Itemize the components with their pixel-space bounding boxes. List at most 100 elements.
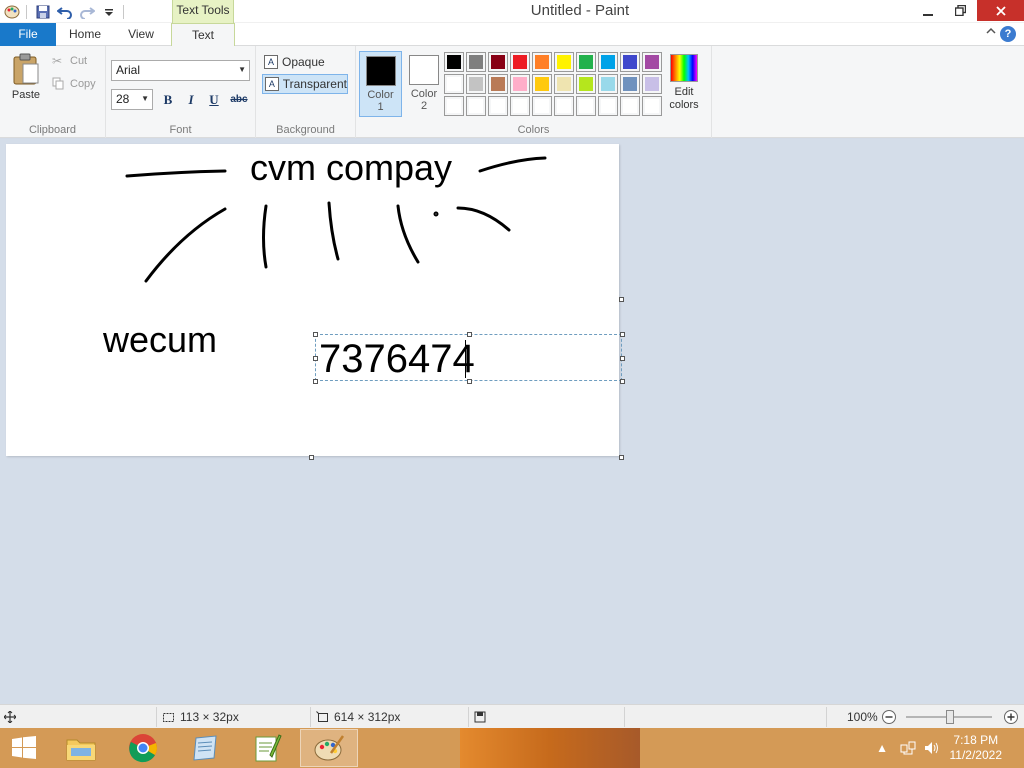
active-text-box[interactable]: 7376474 <box>313 332 625 384</box>
opaque-option[interactable]: A Opaque <box>262 52 348 72</box>
canvas-resize-handle-bottom[interactable] <box>309 455 314 460</box>
chrome-taskbar-button[interactable] <box>114 729 172 767</box>
tab-view[interactable]: View <box>118 23 164 46</box>
edit-colors-button[interactable]: Edit colors <box>666 54 702 112</box>
palette-swatch[interactable] <box>620 52 640 72</box>
freehand-strokes <box>125 156 547 283</box>
palette-swatch[interactable] <box>598 52 618 72</box>
palette-swatch[interactable] <box>620 96 640 116</box>
palette-swatch[interactable] <box>510 96 530 116</box>
resize-handle[interactable] <box>620 379 625 384</box>
collapse-ribbon-icon[interactable] <box>986 26 996 38</box>
transparent-icon: A <box>265 77 279 91</box>
font-size-dropdown[interactable]: 28 ▼ <box>111 89 153 110</box>
paint-app-icon[interactable] <box>2 2 22 22</box>
ribbon-tab-bar: File Home View Text ? <box>0 23 1024 47</box>
notepad-taskbar-button[interactable] <box>176 729 234 767</box>
palette-swatch[interactable] <box>444 96 464 116</box>
palette-swatch[interactable] <box>554 96 574 116</box>
drawing-canvas[interactable]: cvm compay wecum 7376474 <box>6 144 625 456</box>
palette-swatch[interactable] <box>598 96 618 116</box>
resize-handle[interactable] <box>313 356 318 361</box>
palette-swatch[interactable] <box>642 52 662 72</box>
palette-swatch-fill <box>535 55 549 69</box>
restore-button[interactable] <box>944 0 977 21</box>
resize-handle[interactable] <box>620 356 625 361</box>
color1-label: Color <box>367 89 394 101</box>
palette-swatch[interactable] <box>488 74 508 94</box>
underline-button[interactable]: U <box>204 90 224 110</box>
palette-swatch[interactable] <box>488 52 508 72</box>
italic-button[interactable]: I <box>181 90 201 110</box>
undo-icon[interactable] <box>55 2 75 22</box>
paste-button[interactable]: Paste <box>6 51 46 107</box>
zoom-in-button[interactable] <box>1003 709 1019 725</box>
palette-swatch[interactable] <box>642 96 662 116</box>
palette-swatch[interactable] <box>510 74 530 94</box>
help-icon[interactable]: ? <box>1000 26 1016 42</box>
resize-handle[interactable] <box>467 332 472 337</box>
title-bar: Text Tools Untitled - Paint <box>0 0 1024 23</box>
bold-button[interactable]: B <box>158 90 178 110</box>
clock[interactable]: 7:18 PM 11/2/2022 <box>950 733 1003 763</box>
palette-swatch[interactable] <box>488 96 508 116</box>
paint-taskbar-button[interactable] <box>300 729 358 767</box>
save-icon[interactable] <box>33 2 53 22</box>
tab-file[interactable]: File <box>0 23 56 46</box>
cut-button[interactable]: ✂ Cut <box>52 52 87 70</box>
palette-swatch[interactable] <box>444 74 464 94</box>
palette-swatch[interactable] <box>444 52 464 72</box>
canvas-resize-handle-right[interactable] <box>619 297 624 302</box>
zoom-out-button[interactable] <box>881 709 897 725</box>
start-button[interactable] <box>0 729 48 767</box>
palette-swatch[interactable] <box>554 74 574 94</box>
resize-handle[interactable] <box>313 332 318 337</box>
statusbar-separator <box>624 707 625 727</box>
tab-home[interactable]: Home <box>62 23 108 46</box>
palette-swatch[interactable] <box>620 74 640 94</box>
paste-icon <box>12 53 40 85</box>
palette-swatch[interactable] <box>466 52 486 72</box>
redo-icon[interactable] <box>77 2 97 22</box>
palette-swatch[interactable] <box>466 96 486 116</box>
palette-swatch[interactable] <box>576 96 596 116</box>
palette-swatch[interactable] <box>532 96 552 116</box>
paint-palette-icon <box>314 735 345 761</box>
font-family-dropdown[interactable]: Arial ▼ <box>111 60 250 81</box>
color1-button[interactable]: Color 1 <box>359 51 402 117</box>
resize-handle[interactable] <box>467 379 472 384</box>
minimize-button[interactable] <box>911 0 944 21</box>
palette-swatch[interactable] <box>532 52 552 72</box>
palette-swatch[interactable] <box>642 74 662 94</box>
transparent-option[interactable]: A Transparent <box>262 74 348 94</box>
strikethrough-button[interactable]: abc <box>227 90 251 110</box>
canvas-resize-handle-corner[interactable] <box>619 455 624 460</box>
palette-swatch[interactable] <box>466 74 486 94</box>
network-icon[interactable] <box>900 741 916 758</box>
palette-swatch[interactable] <box>510 52 530 72</box>
customize-qat-icon[interactable] <box>99 2 119 22</box>
text-editor-taskbar-button[interactable] <box>238 729 296 767</box>
file-explorer-taskbar-button[interactable] <box>52 729 110 767</box>
volume-icon[interactable] <box>924 741 940 758</box>
text-caret <box>465 340 466 378</box>
close-button[interactable] <box>977 0 1024 21</box>
palette-swatch[interactable] <box>554 52 574 72</box>
statusbar-separator <box>826 707 827 727</box>
palette-swatch[interactable] <box>576 52 596 72</box>
palette-swatch[interactable] <box>598 74 618 94</box>
windows-logo-icon <box>12 736 36 759</box>
zoom-slider-thumb[interactable] <box>946 710 954 724</box>
canvas-workspace[interactable]: cvm compay wecum 7376474 <box>0 139 1024 704</box>
palette-swatch[interactable] <box>576 74 596 94</box>
font-group-label: Font <box>169 124 192 136</box>
palette-swatch[interactable] <box>532 74 552 94</box>
show-hidden-icons-icon[interactable]: ▲ <box>876 741 888 755</box>
tab-text[interactable]: Text <box>171 23 235 47</box>
copy-button[interactable]: Copy <box>52 75 96 93</box>
active-text-content[interactable]: 7376474 <box>319 337 475 382</box>
resize-handle[interactable] <box>620 332 625 337</box>
folder-icon <box>66 739 96 761</box>
resize-handle[interactable] <box>313 379 318 384</box>
color2-button[interactable]: Color 2 <box>404 51 444 115</box>
